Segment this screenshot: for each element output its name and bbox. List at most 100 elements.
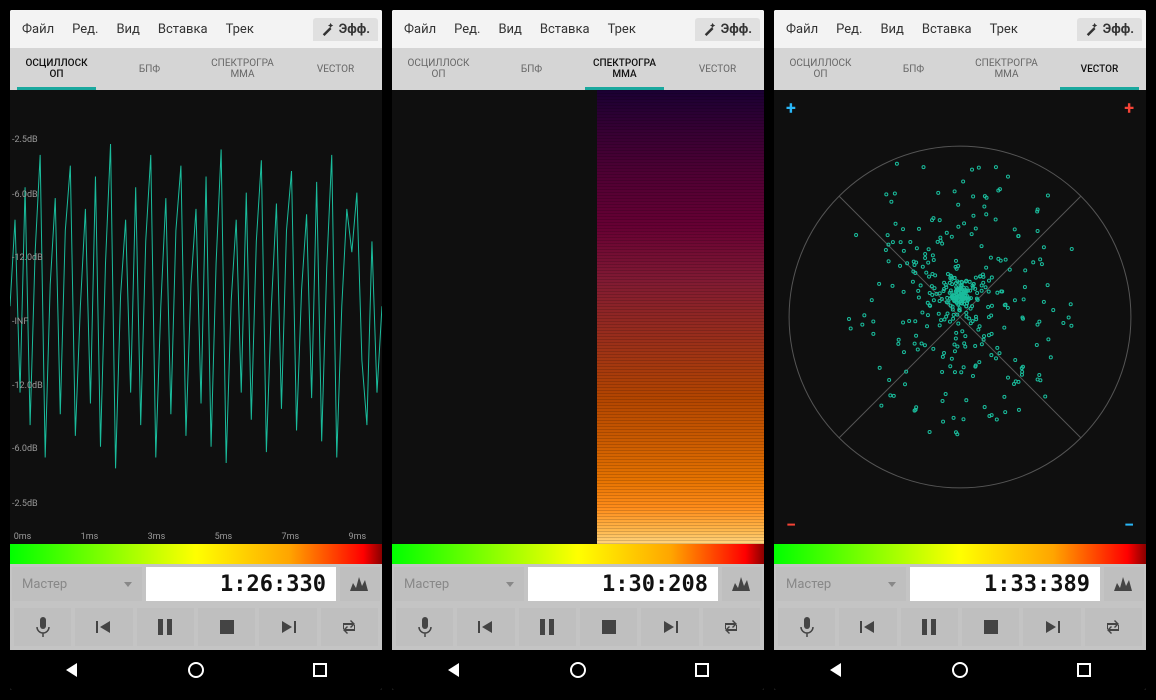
level-meter-main	[392, 544, 764, 558]
x-tick: 7ms	[282, 532, 300, 542]
skip-back-button[interactable]	[839, 608, 896, 646]
y-tick: -2.5dB	[12, 499, 38, 509]
control-row: Мастер 1:26:330	[10, 564, 382, 604]
menu-file[interactable]: Файл	[396, 16, 444, 43]
level-meter-main	[10, 544, 382, 558]
menu-insert[interactable]: Вставка	[150, 16, 216, 43]
screen-vectorscope: Файл Ред. Вид Вставка Трек Эфф. ОСЦИЛЛОС…	[774, 10, 1146, 690]
waveform-button[interactable]	[1104, 567, 1144, 601]
loop-button[interactable]	[321, 608, 378, 646]
loop-button[interactable]	[703, 608, 760, 646]
menubar: Файл Ред. Вид Вставка Трек Эфф.	[774, 10, 1146, 48]
menu-insert[interactable]: Вставка	[914, 16, 980, 43]
skip-back-button[interactable]	[457, 608, 514, 646]
stop-button[interactable]	[580, 608, 637, 646]
wand-icon	[321, 22, 335, 36]
view-tabs: ОСЦИЛЛОСК ОП БПФ СПЕКТРОГРА ММА VECTOR	[10, 48, 382, 90]
x-tick: 0ms	[14, 532, 32, 542]
tab-oscilloscope[interactable]: ОСЦИЛЛОСК ОП	[392, 48, 485, 90]
corner-tr: +	[1124, 98, 1134, 119]
home-icon[interactable]	[951, 661, 969, 679]
back-icon[interactable]	[445, 661, 463, 679]
transport-bar	[774, 604, 1146, 650]
tab-spectrogram[interactable]: СПЕКТРОГРА ММА	[196, 48, 289, 90]
menubar: Файл Ред. Вид Вставка Трек Эфф.	[392, 10, 764, 48]
record-button[interactable]	[396, 608, 453, 646]
skip-forward-button[interactable]	[641, 608, 698, 646]
waveform	[10, 90, 382, 544]
chevron-down-icon	[506, 582, 514, 587]
vectorscope-display: + + − −	[774, 90, 1146, 544]
recent-icon[interactable]	[693, 661, 711, 679]
tab-spectrogram[interactable]: СПЕКТРОГРА ММА	[960, 48, 1053, 90]
tab-vector[interactable]: VECTOR	[671, 48, 764, 90]
menu-view[interactable]: Вид	[108, 16, 147, 43]
y-tick: -INF	[12, 317, 28, 327]
menu-edit[interactable]: Ред.	[64, 16, 106, 43]
waveform-button[interactable]	[722, 567, 762, 601]
back-icon[interactable]	[827, 661, 845, 679]
menu-insert[interactable]: Вставка	[532, 16, 598, 43]
master-dropdown[interactable]: Мастер	[776, 567, 906, 601]
x-tick: 9ms	[349, 532, 367, 542]
time-display: 1:30:208	[528, 567, 718, 601]
skip-back-button[interactable]	[75, 608, 132, 646]
android-navbar	[774, 650, 1146, 690]
menu-edit[interactable]: Ред.	[828, 16, 870, 43]
home-icon[interactable]	[187, 661, 205, 679]
chevron-down-icon	[888, 582, 896, 587]
y-tick: -2.5dB	[12, 135, 38, 145]
pause-button[interactable]	[901, 608, 958, 646]
menu-effects[interactable]: Эфф.	[313, 18, 378, 41]
tab-oscilloscope[interactable]: ОСЦИЛЛОСК ОП	[10, 48, 103, 90]
corner-bl: −	[786, 515, 796, 536]
tab-fft[interactable]: БПФ	[867, 48, 960, 90]
back-icon[interactable]	[63, 661, 81, 679]
skip-forward-button[interactable]	[1023, 608, 1080, 646]
record-button[interactable]	[778, 608, 835, 646]
tab-fft[interactable]: БПФ	[485, 48, 578, 90]
tab-fft[interactable]: БПФ	[103, 48, 196, 90]
record-button[interactable]	[14, 608, 71, 646]
view-tabs: ОСЦИЛЛОСК ОП БПФ СПЕКТРОГРА ММА VECTOR	[774, 48, 1146, 90]
pause-button[interactable]	[137, 608, 194, 646]
control-row: Мастер 1:30:208	[392, 564, 764, 604]
x-tick: 5ms	[215, 532, 233, 542]
y-tick: -6.0dB	[12, 190, 38, 200]
menu-view[interactable]: Вид	[490, 16, 529, 43]
recent-icon[interactable]	[311, 661, 329, 679]
tab-spectrogram[interactable]: СПЕКТРОГРА ММА	[578, 48, 671, 90]
recent-icon[interactable]	[1075, 661, 1093, 679]
master-dropdown[interactable]: Мастер	[394, 567, 524, 601]
menu-track[interactable]: Трек	[218, 16, 262, 43]
menu-effects[interactable]: Эфф.	[695, 18, 760, 41]
wand-icon	[1085, 22, 1099, 36]
tab-vector[interactable]: VECTOR	[289, 48, 382, 90]
loop-button[interactable]	[1085, 608, 1142, 646]
time-display: 1:33:389	[910, 567, 1100, 601]
chevron-down-icon	[124, 582, 132, 587]
waveform-button[interactable]	[340, 567, 380, 601]
spectrogram-display	[392, 90, 764, 544]
level-meter-main	[774, 544, 1146, 558]
menu-file[interactable]: Файл	[14, 16, 62, 43]
control-row: Мастер 1:33:389	[774, 564, 1146, 604]
tab-vector[interactable]: VECTOR	[1053, 48, 1146, 90]
menu-effects[interactable]: Эфф.	[1077, 18, 1142, 41]
menu-view[interactable]: Вид	[872, 16, 911, 43]
menu-edit[interactable]: Ред.	[446, 16, 488, 43]
menu-track[interactable]: Трек	[600, 16, 644, 43]
corner-tl: +	[786, 98, 796, 119]
home-icon[interactable]	[569, 661, 587, 679]
stop-button[interactable]	[962, 608, 1019, 646]
corner-br: −	[1124, 515, 1134, 536]
skip-forward-button[interactable]	[259, 608, 316, 646]
wand-icon	[703, 22, 717, 36]
tab-oscilloscope[interactable]: ОСЦИЛЛОСК ОП	[774, 48, 867, 90]
android-navbar	[10, 650, 382, 690]
master-dropdown[interactable]: Мастер	[12, 567, 142, 601]
menu-file[interactable]: Файл	[778, 16, 826, 43]
stop-button[interactable]	[198, 608, 255, 646]
pause-button[interactable]	[519, 608, 576, 646]
menu-track[interactable]: Трек	[982, 16, 1026, 43]
